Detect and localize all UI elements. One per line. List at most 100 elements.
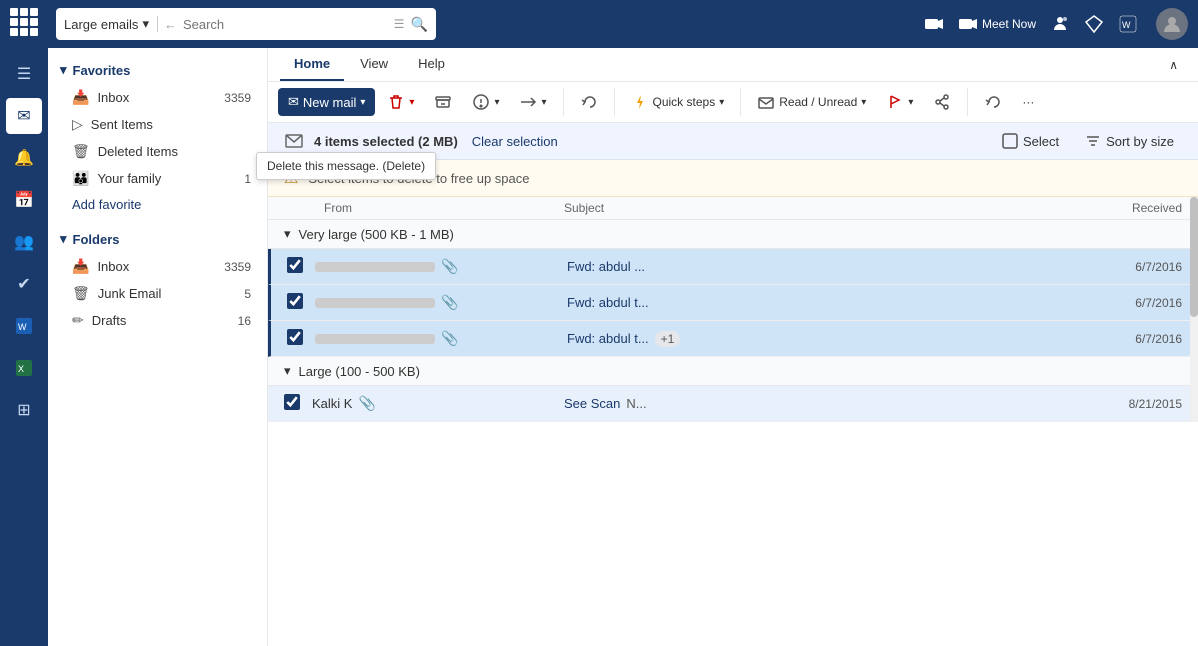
favorites-header[interactable]: ▾ Favorites (48, 56, 267, 84)
quick-steps-caret: ▾ (719, 97, 724, 108)
chevron-down-icon: ▾ (60, 62, 67, 78)
col-subject: Subject (564, 201, 1082, 215)
sidebar-item-junk[interactable]: 🗑 Junk Email 5 (48, 280, 267, 307)
email-checkbox-2[interactable] (287, 293, 303, 309)
clear-selection-link[interactable]: Clear selection (472, 134, 558, 149)
folders-label: Folders (73, 232, 120, 247)
back-icon[interactable]: ← (164, 17, 177, 32)
sidebar-item-folders-inbox[interactable]: 📥 Inbox 3359 (48, 253, 267, 280)
junk-button[interactable]: ▾ (464, 88, 507, 116)
subject-2: Fwd: abdul t... (567, 295, 649, 310)
add-favorite-item[interactable]: Add favorite (48, 192, 267, 217)
archive-button[interactable] (426, 88, 460, 116)
scrollbar-thumb[interactable] (1190, 197, 1198, 317)
chevron-down-icon: ▾ (284, 226, 291, 242)
subject-3: Fwd: abdul t... (567, 331, 649, 346)
undo-icon (580, 93, 598, 111)
email-row-3[interactable]: 📎 Fwd: abdul t... +1 6/7/2016 (268, 321, 1198, 357)
col-subject-label: Subject (564, 201, 604, 215)
teams-icon[interactable] (1050, 14, 1070, 34)
excel-nav-icon[interactable]: X (6, 350, 42, 386)
app-grid-icon[interactable] (10, 8, 42, 40)
delete-button[interactable]: ▾ (379, 88, 422, 116)
inbox-badge: 3359 (224, 91, 251, 105)
new-mail-button[interactable]: ✉ New mail ▾ (278, 88, 375, 116)
topbar-actions: Meet Now W (924, 8, 1188, 40)
from-col-3: 📎 (315, 330, 567, 347)
avatar[interactable] (1156, 8, 1188, 40)
message-area: 4 items selected (2 MB) Clear selection … (268, 123, 1198, 646)
search-filter[interactable]: Large emails ▾ (64, 16, 158, 32)
subject-col-2: Fwd: abdul t... (567, 295, 1092, 310)
checkbox-col-4 (284, 394, 312, 413)
subject-col-4: See Scan N... (564, 396, 1092, 411)
tab-help[interactable]: Help (404, 48, 459, 81)
sidebar-item-inbox[interactable]: 📥 Inbox 3359 (48, 84, 267, 111)
diamond-icon[interactable] (1084, 14, 1104, 34)
email-row-4[interactable]: Kalki K 📎 See Scan N... 8/21/2015 (268, 386, 1198, 422)
subject-1: Fwd: abdul ... (567, 259, 645, 274)
lightning-icon (631, 93, 649, 111)
sort-by-size-button[interactable]: Sort by size (1077, 129, 1182, 153)
sidebar-item-family[interactable]: 👪 Your family 1 (48, 165, 267, 192)
notification-icon[interactable]: 🔔 (6, 140, 42, 176)
deleted-label: Deleted Items (98, 144, 178, 159)
sidebar-item-deleted[interactable]: 🗑 Deleted Items (48, 138, 267, 165)
search-options-icon[interactable]: ☰ (394, 17, 405, 31)
mail-nav-icon[interactable]: ✉ (6, 98, 42, 134)
group-header-large[interactable]: ▾ Large (100 - 500 KB) (268, 357, 1198, 386)
video-call-icon[interactable] (924, 14, 944, 34)
word-icon[interactable]: W (1118, 14, 1138, 34)
search-magnifier-icon[interactable]: 🔍 (411, 16, 428, 33)
sidebar-item-drafts[interactable]: ✏ Drafts 16 (48, 307, 267, 334)
email-checkbox-4[interactable] (284, 394, 300, 410)
sep-4 (967, 88, 968, 116)
sender-redacted-1 (315, 262, 435, 272)
subject-4: See Scan (564, 396, 620, 411)
read-unread-button[interactable]: Read / Unread ▾ (749, 88, 874, 116)
chevron-down-icon: ▾ (284, 363, 291, 379)
tasks-icon[interactable]: ✔ (6, 266, 42, 302)
share-button[interactable] (925, 88, 959, 116)
sender-redacted-2 (315, 298, 435, 308)
meet-now-button[interactable]: Meet Now (958, 14, 1036, 34)
collapse-ribbon-btn[interactable]: ∧ (1161, 53, 1186, 77)
flag-caret: ▾ (908, 97, 913, 108)
select-button[interactable]: Select (994, 129, 1067, 153)
sent-label: Sent Items (91, 117, 153, 132)
group-header-very-large[interactable]: ▾ Very large (500 KB - 1 MB) (268, 220, 1198, 249)
svg-text:X: X (18, 364, 24, 374)
folders-header[interactable]: ▾ Folders (48, 225, 267, 253)
tab-home[interactable]: Home (280, 48, 344, 81)
apps-nav-icon[interactable]: ⊞ (6, 392, 42, 428)
email-row-1[interactable]: 📎 Fwd: abdul ... 6/7/2016 (268, 249, 1198, 285)
more-button[interactable]: ··· (1014, 90, 1042, 114)
email-checkbox-1[interactable] (287, 257, 303, 273)
tab-view[interactable]: View (346, 48, 402, 81)
quick-steps-button[interactable]: Quick steps ▾ (623, 88, 733, 116)
sender-redacted-3 (315, 334, 435, 344)
col-received-label: Received (1132, 201, 1182, 215)
calendar-icon[interactable]: 📅 (6, 182, 42, 218)
move-caret: ▾ (541, 97, 546, 108)
filter-icon (284, 131, 304, 151)
favorites-label: Favorites (73, 63, 131, 78)
hamburger-icon[interactable]: ☰ (6, 56, 42, 92)
main-layout: ☰ ✉ 🔔 📅 👥 ✔ W X ⊞ ▾ Favorites 📥 Inbox 33… (0, 48, 1198, 646)
sent-icon: ▷ (72, 116, 83, 133)
undo-button[interactable] (572, 88, 606, 116)
select-label: Select (1023, 134, 1059, 149)
sep-3 (740, 88, 741, 116)
move-button[interactable]: ▾ (511, 88, 554, 116)
email-row-2[interactable]: 📎 Fwd: abdul t... 6/7/2016 (268, 285, 1198, 321)
flag-button[interactable]: ▾ (878, 88, 921, 116)
email-checkbox-3[interactable] (287, 329, 303, 345)
new-mail-caret: ▾ (360, 97, 365, 108)
undo2-button[interactable] (976, 88, 1010, 116)
word-nav-icon[interactable]: W (6, 308, 42, 344)
chevron-down-icon: ▾ (142, 16, 149, 32)
search-input[interactable] (183, 17, 388, 32)
people-icon[interactable]: 👥 (6, 224, 42, 260)
sidebar-item-sent[interactable]: ▷ Sent Items (48, 111, 267, 138)
undo2-icon (984, 93, 1002, 111)
